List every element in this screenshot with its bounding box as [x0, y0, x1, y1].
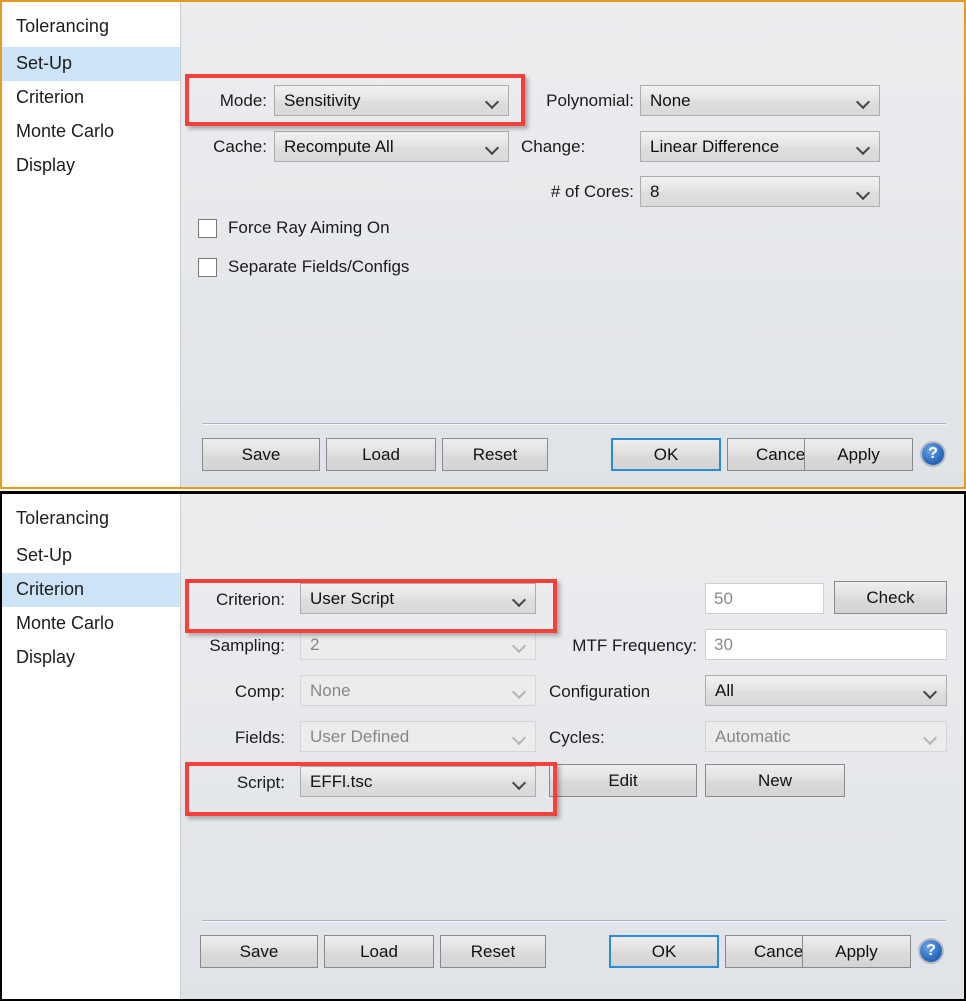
percent-input[interactable]: 50 [705, 583, 824, 614]
apply-button[interactable]: Apply [804, 438, 913, 471]
configuration-value: All [715, 681, 734, 700]
cache-value: Recompute All [284, 137, 394, 156]
chevron-down-icon [486, 86, 499, 115]
polynomial-value: None [650, 91, 691, 110]
configuration-dropdown[interactable]: All [705, 675, 947, 706]
comp-value: None [310, 681, 351, 700]
chevron-down-icon [513, 722, 526, 751]
comp-label: Comp: [234, 682, 285, 701]
sampling-dropdown[interactable]: 2 [300, 629, 536, 660]
button-bar-separator [202, 920, 946, 921]
new-button[interactable]: New [705, 764, 845, 797]
reset-button[interactable]: Reset [440, 935, 546, 968]
sidebar-title: Tolerancing [16, 16, 110, 36]
sidebar-bottom: Tolerancing Set-Up Criterion Monte Carlo… [2, 494, 180, 999]
check-button[interactable]: Check [834, 581, 947, 614]
load-button[interactable]: Load [324, 935, 434, 968]
criterion-value: User Script [310, 589, 395, 608]
force-ray-aiming-label: Force Ray Aiming On [228, 218, 390, 237]
sampling-value: 2 [310, 635, 320, 654]
separate-fields-configs-checkbox-row[interactable]: Separate Fields/Configs [198, 257, 409, 277]
change-value: Linear Difference [650, 137, 780, 156]
cache-label: Cache: [213, 137, 267, 156]
fields-label: Fields: [234, 728, 285, 747]
load-button[interactable]: Load [326, 438, 436, 471]
chevron-down-icon [857, 86, 870, 115]
sidebar-item-criterion[interactable]: Criterion [2, 573, 180, 607]
sidebar-item-display[interactable]: Display [2, 641, 180, 675]
change-dropdown[interactable]: Linear Difference [640, 131, 880, 162]
polynomial-dropdown[interactable]: None [640, 85, 880, 116]
chevron-down-icon [513, 767, 526, 796]
cycles-label: Cycles: [549, 728, 605, 747]
sidebar-item-display[interactable]: Display [2, 149, 180, 183]
sidebar-item-set-up[interactable]: Set-Up [2, 47, 180, 81]
cache-dropdown[interactable]: Recompute All [274, 131, 509, 162]
sidebar-item-criterion[interactable]: Criterion [2, 81, 180, 115]
help-icon[interactable]: ? [920, 441, 946, 467]
criterion-content-pane: Criterion: User Script 50 Check Sampling… [180, 494, 964, 999]
help-icon[interactable]: ? [918, 938, 944, 964]
edit-button[interactable]: Edit [549, 764, 697, 797]
tolerancing-setup-dialog: Tolerancing Set-Up Criterion Monte Carlo… [0, 0, 966, 489]
chevron-down-icon [513, 676, 526, 705]
chevron-down-icon [513, 630, 526, 659]
chevron-down-icon [924, 676, 937, 705]
cycles-dropdown[interactable]: Automatic [705, 721, 947, 752]
apply-button[interactable]: Apply [802, 935, 911, 968]
ok-button[interactable]: OK [609, 935, 719, 968]
force-ray-aiming-checkbox[interactable] [198, 218, 217, 238]
cores-value: 8 [650, 182, 660, 201]
fields-dropdown[interactable]: User Defined [300, 721, 536, 752]
script-dropdown[interactable]: EFFl.tsc [300, 766, 536, 797]
separate-fields-configs-label: Separate Fields/Configs [228, 257, 410, 276]
sidebar-item-monte-carlo[interactable]: Monte Carlo [2, 607, 180, 641]
reset-button[interactable]: Reset [442, 438, 548, 471]
button-bar-separator [202, 423, 946, 424]
force-ray-aiming-checkbox-row[interactable]: Force Ray Aiming On [198, 218, 390, 238]
sampling-label: Sampling: [209, 636, 285, 655]
criterion-dropdown[interactable]: User Script [300, 583, 536, 614]
ok-button[interactable]: OK [611, 438, 721, 471]
configuration-label: Configuration [549, 682, 651, 701]
fields-value: User Defined [310, 727, 410, 746]
cores-label: # of Cores: [550, 182, 634, 201]
chevron-down-icon [857, 177, 870, 206]
sidebar-title: Tolerancing [16, 508, 110, 528]
change-label: Change: [521, 137, 586, 156]
polynomial-label: Polynomial: [546, 91, 634, 110]
sidebar-item-set-up[interactable]: Set-Up [2, 539, 180, 573]
criterion-label: Criterion: [216, 590, 285, 609]
chevron-down-icon [857, 132, 870, 161]
mode-value: Sensitivity [284, 91, 361, 110]
separate-fields-configs-checkbox[interactable] [198, 257, 217, 277]
script-label: Script: [236, 773, 285, 792]
cores-dropdown[interactable]: 8 [640, 176, 880, 207]
mode-dropdown[interactable]: Sensitivity [274, 85, 509, 116]
save-button[interactable]: Save [202, 438, 320, 471]
sidebar-top: Tolerancing Set-Up Criterion Monte Carlo… [2, 2, 180, 487]
mode-label: Mode: [219, 91, 267, 110]
script-value: EFFl.tsc [310, 772, 373, 791]
mtf-frequency-input[interactable]: 30 [705, 629, 947, 660]
save-button[interactable]: Save [200, 935, 318, 968]
chevron-down-icon [513, 584, 526, 613]
chevron-down-icon [924, 722, 937, 751]
sidebar-item-monte-carlo[interactable]: Monte Carlo [2, 115, 180, 149]
chevron-down-icon [486, 132, 499, 161]
comp-dropdown[interactable]: None [300, 675, 536, 706]
mtf-frequency-label: MTF Frequency: [572, 636, 697, 655]
setup-content-pane: Mode: Sensitivity Polynomial: None Cache… [180, 2, 964, 487]
tolerancing-criterion-dialog: Tolerancing Set-Up Criterion Monte Carlo… [0, 491, 966, 1001]
cycles-value: Automatic [715, 727, 791, 746]
